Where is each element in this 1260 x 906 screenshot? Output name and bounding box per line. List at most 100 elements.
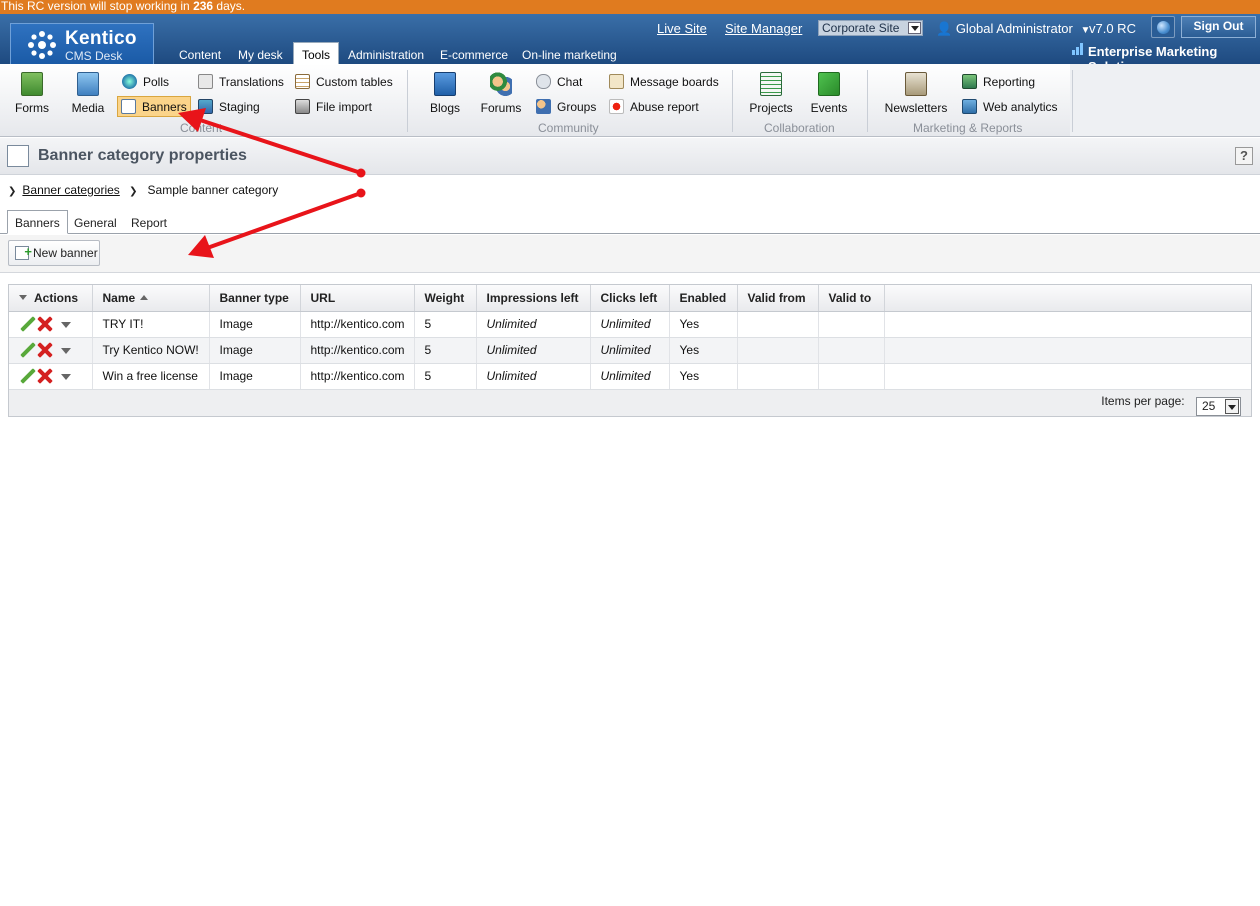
staging-icon [198,99,213,114]
live-site-link[interactable]: Live Site [657,21,707,36]
row-actions [9,311,93,338]
tab-report[interactable]: Report [131,216,167,230]
tab-on-line-marketing[interactable]: On-line marketing [522,48,617,62]
cell-valid-from [737,311,819,338]
cell-valid-to [818,363,885,390]
delete-icon[interactable] [37,342,53,358]
column-name-label: Name [102,290,136,305]
message-boards-icon [609,74,624,89]
polls-button[interactable]: Polls [122,74,169,89]
column-enabled[interactable]: Enabled [669,285,738,312]
staging-button[interactable]: Staging [198,99,260,114]
web-analytics-button[interactable]: Web analytics [962,99,1057,114]
site-manager-link[interactable]: Site Manager [725,21,802,36]
column-weight[interactable]: Weight [414,285,477,312]
chat-button[interactable]: Chat [536,74,582,89]
cell-type: Image [209,337,301,364]
cell-filler [884,311,1251,338]
newsletters-button[interactable]: Newsletters [884,72,948,115]
cell-filler [884,363,1251,390]
breadcrumb-banner-categories[interactable]: Banner categories [22,183,119,197]
delete-icon[interactable] [37,368,53,384]
tab-my-desk[interactable]: My desk [238,48,283,62]
cell-clicks: Unlimited [590,363,670,390]
groups-label: Groups [557,100,597,114]
items-per-page-select[interactable]: 25 [1196,396,1241,416]
reporting-icon [962,74,977,89]
chevron-down-icon [908,22,921,34]
translations-icon [198,74,213,89]
column-url[interactable]: URL [300,285,415,312]
cell-name: Try Kentico NOW! [92,337,210,364]
items-per-page-label: Items per page: [1101,393,1185,408]
ribbon-decoration [1070,64,1260,136]
sign-out-button[interactable]: Sign Out [1181,16,1256,38]
media-button[interactable]: Media [70,72,106,115]
table-row: Try Kentico NOW! Image http://kentico.co… [9,337,1251,364]
cell-url: http://kentico.com [300,337,415,364]
tab-content[interactable]: Content [179,48,221,62]
tab-general[interactable]: General [74,216,117,230]
column-valid-to[interactable]: Valid to [818,285,885,312]
banners-label: Banners [142,100,187,114]
forms-label: Forms [15,101,49,115]
edit-icon[interactable] [19,342,35,358]
banners-icon [121,99,136,114]
abuse-report-label: Abuse report [630,100,699,114]
cell-filler [884,337,1251,364]
column-clicks-left[interactable]: Clicks left [590,285,670,312]
row-actions [9,337,93,364]
help-icon[interactable]: ? [1235,147,1253,165]
abuse-report-button[interactable]: Abuse report [609,99,699,114]
custom-tables-button[interactable]: Custom tables [295,74,393,89]
reporting-button[interactable]: Reporting [962,74,1035,89]
user-name: Global Administrator [955,21,1073,36]
more-actions-icon[interactable] [61,348,71,354]
projects-button[interactable]: Projects [748,72,794,115]
column-name[interactable]: Name [92,285,210,312]
more-actions-icon[interactable] [61,374,71,380]
row-actions [9,363,93,390]
file-import-icon [295,99,310,114]
media-icon [77,72,99,96]
tab-banners[interactable]: Banners [7,210,68,234]
forums-button[interactable]: Forums [479,72,523,115]
translations-button[interactable]: Translations [198,74,284,89]
more-actions-icon[interactable] [61,322,71,328]
banners-grid: Actions Name Banner type URL Weight Impr… [8,284,1252,417]
cell-enabled: Yes [669,311,738,338]
language-button[interactable] [1151,16,1175,38]
edit-icon[interactable] [19,368,35,384]
file-import-button[interactable]: File import [295,99,372,114]
column-impressions-left[interactable]: Impressions left [476,285,591,312]
events-button[interactable]: Events [809,72,849,115]
new-banner-button[interactable]: New banner [8,240,100,266]
message-boards-button[interactable]: Message boards [609,74,719,89]
tab-administration[interactable]: Administration [348,48,424,62]
annotation-dot [356,188,366,198]
column-banner-type[interactable]: Banner type [209,285,301,312]
banners-button[interactable]: Banners [117,96,191,117]
globe-icon [1157,21,1170,34]
blogs-button[interactable]: Blogs [427,72,463,115]
column-valid-from[interactable]: Valid from [737,285,819,312]
tab-e-commerce[interactable]: E-commerce [440,48,508,62]
groups-button[interactable]: Groups [536,99,596,114]
community-group-label: Community [538,121,599,135]
site-select[interactable]: Corporate Site [818,20,923,36]
tab-tools[interactable]: Tools [293,42,340,64]
forms-button[interactable]: Forms [14,72,50,115]
app-header: Kentico CMS Desk Live Site Site Manager … [0,14,1260,74]
items-per-page-value: 25 [1202,398,1216,413]
newsletters-icon [905,72,927,96]
column-actions[interactable]: Actions [9,285,93,312]
user-menu[interactable]: 👤 Global Administrator ▼ [936,21,1090,37]
blogs-label: Blogs [429,101,461,115]
cell-url: http://kentico.com [300,311,415,338]
edit-icon[interactable] [19,316,35,332]
sub-tabs: Banners General Report [0,210,1260,234]
cell-weight: 5 [414,337,477,364]
grid-pager: Items per page: 25 [9,389,1251,416]
groups-icon [536,99,551,114]
delete-icon[interactable] [37,316,53,332]
